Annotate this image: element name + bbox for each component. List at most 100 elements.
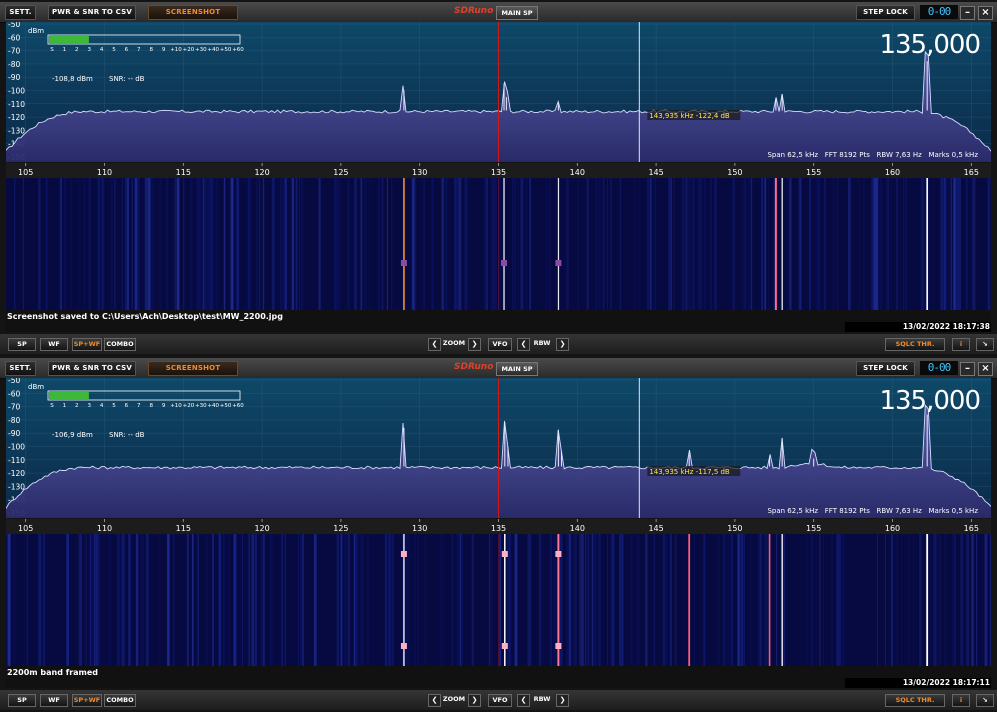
waterfall-noise bbox=[207, 178, 209, 310]
s-meter-scale-label: 1 bbox=[63, 47, 67, 53]
step-lock-button[interactable]: STEP LOCK bbox=[856, 5, 915, 20]
waterfall-noise bbox=[85, 534, 87, 666]
waterfall-noise bbox=[879, 178, 882, 310]
rbw-up-icon[interactable]: ❯ bbox=[556, 338, 569, 351]
waterfall-noise bbox=[175, 178, 176, 310]
sp-button[interactable]: SP bbox=[8, 694, 36, 707]
waterfall-noise bbox=[512, 178, 515, 310]
sp-button[interactable]: SP bbox=[8, 338, 36, 351]
close-icon[interactable]: × bbox=[978, 362, 993, 376]
waterfall-noise bbox=[913, 534, 915, 666]
combo-button[interactable]: COMBO bbox=[104, 338, 136, 351]
close-icon[interactable]: × bbox=[978, 6, 993, 20]
zoom-out-icon[interactable]: ❮ bbox=[428, 694, 441, 707]
waterfall-noise bbox=[411, 178, 415, 310]
waterfall-noise bbox=[126, 178, 130, 310]
sqlc-thr-button[interactable]: SQLC THR. bbox=[885, 694, 945, 707]
status-message: 2200m band framed bbox=[7, 668, 99, 677]
s-meter-scale-label: 9 bbox=[162, 403, 166, 409]
waterfall-noise bbox=[736, 534, 739, 666]
waterfall-burst bbox=[555, 551, 562, 557]
zoom-in-icon[interactable]: ❯ bbox=[468, 694, 481, 707]
waterfall-noise bbox=[417, 534, 419, 666]
waterfall-noise bbox=[230, 178, 234, 310]
resize-icon[interactable]: ↘ bbox=[976, 694, 994, 707]
waterfall-noise bbox=[353, 534, 357, 666]
s-meter-scale-label: 5 bbox=[112, 47, 116, 53]
combo-button[interactable]: COMBO bbox=[104, 694, 136, 707]
s-meter-scale-label: 8 bbox=[149, 47, 153, 53]
waterfall-noise bbox=[698, 178, 700, 310]
screenshot-button[interactable]: SCREENSHOT bbox=[148, 361, 238, 376]
marker-readout: 143,935 kHz -122,4 dB bbox=[649, 112, 730, 120]
sett-button[interactable]: SETT. bbox=[5, 361, 36, 376]
wf-button[interactable]: WF bbox=[40, 338, 68, 351]
waterfall-noise bbox=[839, 534, 841, 666]
waterfall-noise bbox=[946, 178, 948, 310]
rbw-up-icon[interactable]: ❯ bbox=[556, 694, 569, 707]
sp-wf-button[interactable]: SP+WF bbox=[72, 694, 102, 707]
waterfall-noise bbox=[176, 178, 180, 310]
waterfall-noise bbox=[953, 534, 956, 666]
zoom-in-icon[interactable]: ❯ bbox=[468, 338, 481, 351]
waterfall-noise bbox=[206, 534, 208, 666]
waterfall-noise bbox=[215, 178, 219, 310]
wf-button[interactable]: WF bbox=[40, 694, 68, 707]
minimize-icon[interactable]: – bbox=[960, 6, 975, 20]
spectrum-display[interactable]: -50-60-70-80-90-100-110-120-130-140-150d… bbox=[6, 22, 991, 162]
waterfall-noise bbox=[491, 534, 493, 666]
waterfall-burst bbox=[400, 643, 407, 649]
x-axis-label: 115 bbox=[176, 524, 191, 533]
waterfall-signal-line bbox=[403, 178, 405, 310]
screenshot-button[interactable]: SCREENSHOT bbox=[148, 5, 238, 20]
minimize-icon[interactable]: – bbox=[960, 362, 975, 376]
waterfall-noise bbox=[347, 178, 350, 310]
waterfall-noise bbox=[654, 178, 657, 310]
waterfall-noise bbox=[340, 534, 343, 666]
rbw-down-icon[interactable]: ❮ bbox=[517, 694, 530, 707]
waterfall-noise bbox=[775, 534, 778, 666]
s-meter-scale-label: 7 bbox=[137, 47, 141, 53]
y-axis-label: -60 bbox=[8, 33, 20, 42]
waterfall-noise bbox=[360, 178, 363, 310]
waterfall-noise bbox=[261, 534, 265, 666]
waterfall-display[interactable] bbox=[6, 178, 991, 310]
waterfall-signal-line bbox=[926, 178, 928, 310]
waterfall-noise bbox=[574, 534, 577, 666]
x-axis-label: 125 bbox=[333, 168, 348, 177]
waterfall-noise bbox=[79, 534, 82, 666]
waterfall-noise bbox=[668, 178, 671, 310]
waterfall-noise bbox=[145, 178, 146, 310]
waterfall-noise bbox=[314, 534, 317, 666]
waterfall-noise bbox=[621, 534, 624, 666]
waterfall-noise bbox=[59, 178, 61, 310]
info-button[interactable]: i bbox=[952, 694, 970, 707]
sett-button[interactable]: SETT. bbox=[5, 5, 36, 20]
rbw-down-icon[interactable]: ❮ bbox=[517, 338, 530, 351]
waterfall-noise bbox=[691, 178, 695, 310]
waterfall-display[interactable] bbox=[6, 534, 991, 666]
frequency-axis: 105 110 115 120 125 130 135 140 145 150 155 160 165 bbox=[6, 163, 991, 178]
spectrum-display[interactable]: -50-60-70-80-90-100-110-120-130-140-150d… bbox=[6, 378, 991, 518]
sp-wf-button[interactable]: SP+WF bbox=[72, 338, 102, 351]
waterfall-noise bbox=[561, 534, 563, 666]
pwr-snr-csv-button[interactable]: PWR & SNR TO CSV bbox=[48, 5, 136, 20]
waterfall-noise bbox=[703, 534, 705, 666]
waterfall-noise bbox=[218, 534, 222, 666]
y-axis-label: -120 bbox=[8, 113, 25, 122]
resize-icon[interactable]: ↘ bbox=[976, 338, 994, 351]
waterfall-noise bbox=[69, 178, 72, 310]
waterfall-noise bbox=[984, 534, 988, 666]
waterfall-noise bbox=[603, 178, 605, 310]
y-axis-label: -110 bbox=[8, 100, 25, 109]
waterfall-noise bbox=[601, 178, 603, 310]
pwr-snr-csv-button[interactable]: PWR & SNR TO CSV bbox=[48, 361, 136, 376]
waterfall-noise bbox=[209, 178, 212, 310]
waterfall-noise bbox=[454, 178, 457, 310]
step-lock-button[interactable]: STEP LOCK bbox=[856, 361, 915, 376]
vfo-button[interactable]: VFO bbox=[488, 338, 512, 351]
vfo-button[interactable]: VFO bbox=[488, 694, 512, 707]
zoom-out-icon[interactable]: ❮ bbox=[428, 338, 441, 351]
sqlc-thr-button[interactable]: SQLC THR. bbox=[885, 338, 945, 351]
info-button[interactable]: i bbox=[952, 338, 970, 351]
